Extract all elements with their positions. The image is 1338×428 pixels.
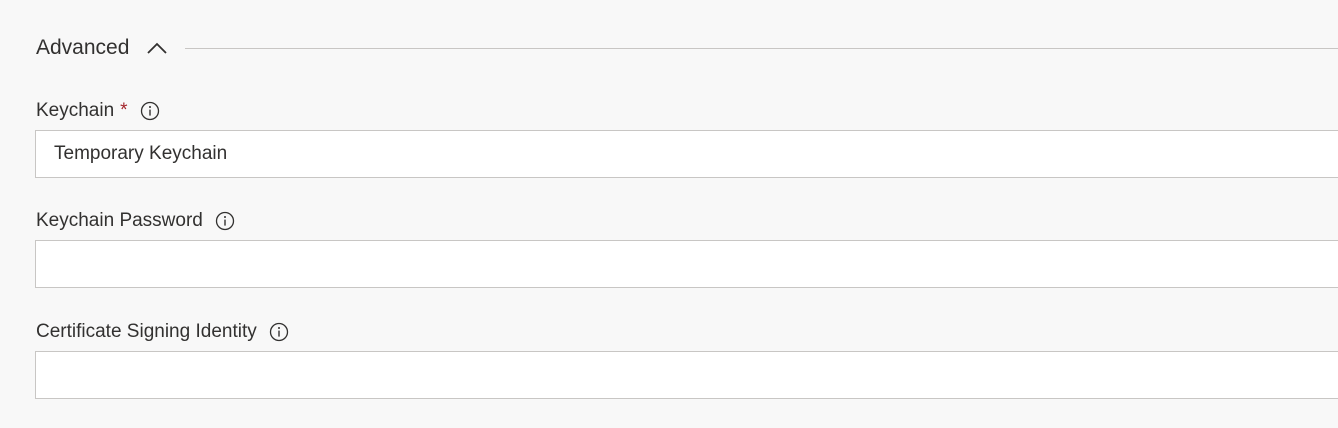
keychain-label-row: Keychain * [36,99,160,123]
required-marker: * [120,100,128,121]
chevron-up-icon[interactable] [145,36,169,60]
keychain-select[interactable] [35,130,1338,178]
keychain-password-label-row: Keychain Password [36,209,235,233]
info-icon[interactable] [140,101,160,121]
certificate-signing-identity-input[interactable] [35,351,1338,399]
keychain-password-input[interactable] [35,240,1338,288]
info-icon[interactable] [269,322,289,342]
certificate-signing-identity-label: Certificate Signing Identity [36,321,257,342]
info-icon[interactable] [215,211,235,231]
section-divider [185,47,1338,49]
keychain-password-label: Keychain Password [36,210,203,231]
section-title: Advanced [36,36,130,59]
advanced-section-header[interactable]: Advanced [36,30,1338,66]
certificate-signing-identity-label-row: Certificate Signing Identity [36,320,289,344]
keychain-label: Keychain [36,100,115,121]
